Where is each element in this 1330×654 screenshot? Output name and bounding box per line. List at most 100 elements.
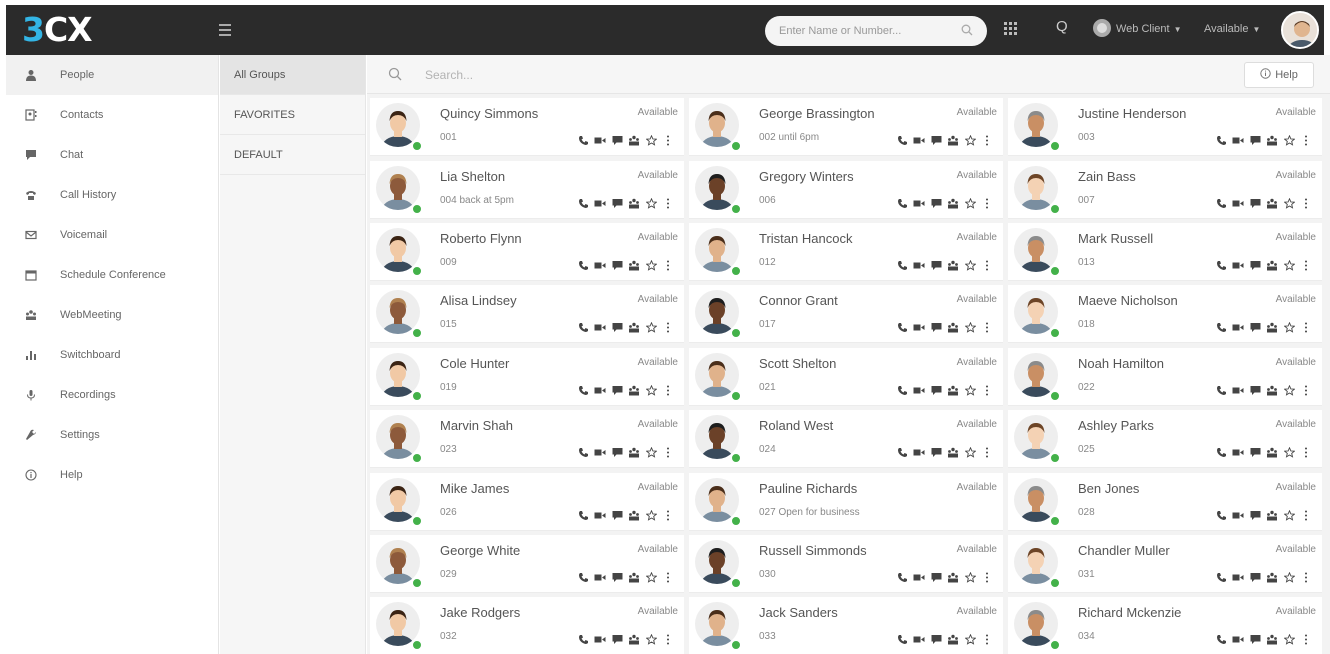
contact-card[interactable]: George White 029 Available — [370, 535, 684, 593]
more-vertical-icon[interactable] — [981, 633, 993, 645]
more-vertical-icon[interactable] — [1300, 134, 1312, 146]
more-vertical-icon[interactable] — [662, 446, 674, 458]
video-icon[interactable] — [594, 321, 606, 333]
sidebar-item-webmeeting[interactable]: WebMeeting — [6, 295, 218, 335]
more-vertical-icon[interactable] — [662, 571, 674, 583]
contact-card[interactable]: Tristan Hancock 012 Available — [689, 223, 1003, 281]
contact-card[interactable]: Roland West 024 Available — [689, 410, 1003, 468]
star-icon[interactable] — [645, 384, 657, 396]
more-vertical-icon[interactable] — [1300, 633, 1312, 645]
webmeeting-icon[interactable] — [628, 446, 640, 458]
phone-icon[interactable] — [577, 321, 589, 333]
phone-icon[interactable] — [577, 134, 589, 146]
more-vertical-icon[interactable] — [1300, 509, 1312, 521]
help-button[interactable]: Help — [1244, 62, 1314, 88]
sidebar-item-chat[interactable]: Chat — [6, 135, 218, 175]
contact-card[interactable]: Pauline Richards 027 Open for business Ava… — [689, 473, 1003, 531]
more-vertical-icon[interactable] — [1300, 446, 1312, 458]
video-icon[interactable] — [594, 446, 606, 458]
q-icon[interactable]: Q — [1056, 18, 1068, 35]
webmeeting-icon[interactable] — [628, 571, 640, 583]
chat-icon[interactable] — [611, 134, 623, 146]
contact-card[interactable]: Chandler Muller 031 Available — [1008, 535, 1322, 593]
more-vertical-icon[interactable] — [662, 259, 674, 271]
star-icon[interactable] — [645, 134, 657, 146]
contact-card[interactable]: Noah Hamilton 022 Available — [1008, 348, 1322, 406]
webmeeting-icon[interactable] — [947, 197, 959, 209]
more-vertical-icon[interactable] — [662, 509, 674, 521]
star-icon[interactable] — [964, 384, 976, 396]
phone-icon[interactable] — [577, 446, 589, 458]
phone-icon[interactable] — [896, 259, 908, 271]
contact-card[interactable]: Richard Mckenzie 034 Available — [1008, 597, 1322, 654]
chat-icon[interactable] — [611, 633, 623, 645]
webmeeting-icon[interactable] — [1266, 259, 1278, 271]
phone-icon[interactable] — [577, 509, 589, 521]
phone-icon[interactable] — [896, 571, 908, 583]
video-icon[interactable] — [913, 633, 925, 645]
more-vertical-icon[interactable] — [981, 259, 993, 271]
chat-icon[interactable] — [930, 633, 942, 645]
webmeeting-icon[interactable] — [947, 259, 959, 271]
star-icon[interactable] — [964, 197, 976, 209]
star-icon[interactable] — [645, 571, 657, 583]
star-icon[interactable] — [1283, 197, 1295, 209]
phone-icon[interactable] — [577, 259, 589, 271]
video-icon[interactable] — [594, 197, 606, 209]
contact-card[interactable]: Gregory Winters 006 Available — [689, 161, 1003, 219]
star-icon[interactable] — [964, 134, 976, 146]
phone-icon[interactable] — [1215, 259, 1227, 271]
phone-icon[interactable] — [577, 633, 589, 645]
star-icon[interactable] — [1283, 321, 1295, 333]
contact-card[interactable]: Mark Russell 013 Available — [1008, 223, 1322, 281]
more-vertical-icon[interactable] — [981, 446, 993, 458]
phone-icon[interactable] — [896, 446, 908, 458]
video-icon[interactable] — [594, 509, 606, 521]
star-icon[interactable] — [1283, 571, 1295, 583]
chat-icon[interactable] — [930, 321, 942, 333]
star-icon[interactable] — [964, 633, 976, 645]
chat-icon[interactable] — [930, 384, 942, 396]
webmeeting-icon[interactable] — [628, 321, 640, 333]
webmeeting-icon[interactable] — [628, 633, 640, 645]
sidebar-item-call-history[interactable]: Call History — [6, 175, 218, 215]
dialpad-grid-icon[interactable] — [1004, 22, 1018, 36]
chat-icon[interactable] — [1249, 321, 1261, 333]
video-icon[interactable] — [1232, 571, 1244, 583]
chat-icon[interactable] — [1249, 384, 1261, 396]
chat-icon[interactable] — [930, 259, 942, 271]
chat-icon[interactable] — [1249, 633, 1261, 645]
contact-card[interactable]: Roberto Flynn 009 Available — [370, 223, 684, 281]
chat-icon[interactable] — [611, 321, 623, 333]
contact-card[interactable]: Lia Shelton 004 back at 5pm Available — [370, 161, 684, 219]
video-icon[interactable] — [594, 134, 606, 146]
chat-icon[interactable] — [930, 134, 942, 146]
video-icon[interactable] — [1232, 321, 1244, 333]
more-vertical-icon[interactable] — [1300, 197, 1312, 209]
contact-card[interactable]: Maeve Nicholson 018 Available — [1008, 285, 1322, 343]
chat-icon[interactable] — [611, 446, 623, 458]
contact-card[interactable]: Mike James 026 Available — [370, 473, 684, 531]
webmeeting-icon[interactable] — [947, 321, 959, 333]
phone-icon[interactable] — [896, 134, 908, 146]
video-icon[interactable] — [1232, 259, 1244, 271]
menu-toggle-icon[interactable] — [219, 21, 239, 39]
chat-icon[interactable] — [1249, 134, 1261, 146]
contact-card[interactable]: Alisa Lindsey 015 Available — [370, 285, 684, 343]
chat-icon[interactable] — [1249, 509, 1261, 521]
contact-card[interactable]: Zain Bass 007 Available — [1008, 161, 1322, 219]
video-icon[interactable] — [913, 197, 925, 209]
webmeeting-icon[interactable] — [628, 509, 640, 521]
webmeeting-icon[interactable] — [1266, 571, 1278, 583]
star-icon[interactable] — [645, 446, 657, 458]
video-icon[interactable] — [913, 321, 925, 333]
star-icon[interactable] — [964, 321, 976, 333]
sidebar-item-recordings[interactable]: Recordings — [6, 375, 218, 415]
star-icon[interactable] — [964, 259, 976, 271]
contact-card[interactable]: Russell Simmonds 030 Available — [689, 535, 1003, 593]
chat-icon[interactable] — [1249, 197, 1261, 209]
video-icon[interactable] — [913, 571, 925, 583]
more-vertical-icon[interactable] — [662, 321, 674, 333]
sidebar-item-voicemail[interactable]: Voicemail — [6, 215, 218, 255]
phone-icon[interactable] — [1215, 633, 1227, 645]
